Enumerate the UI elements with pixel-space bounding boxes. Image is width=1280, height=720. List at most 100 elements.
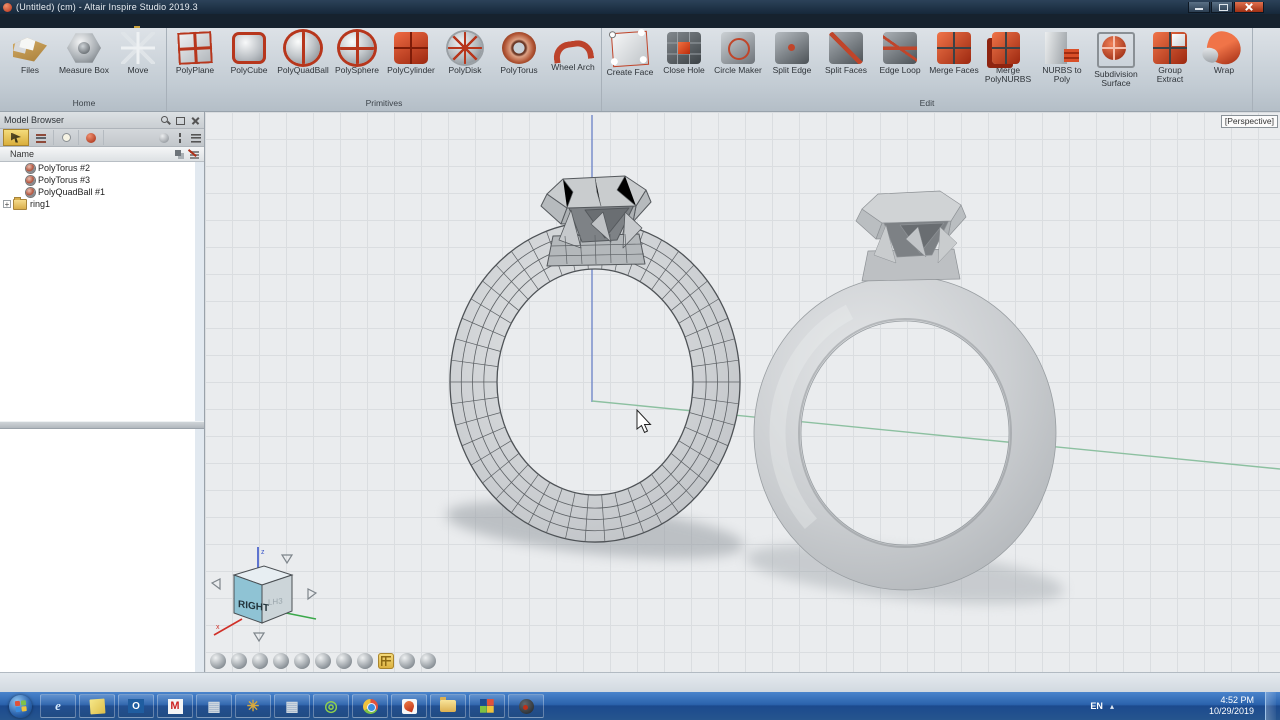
model-tree-item[interactable]: + ring1 xyxy=(0,198,195,210)
taskbar-button[interactable] xyxy=(40,694,76,718)
ribbon-button[interactable]: Circle Maker xyxy=(711,28,765,98)
menu-item[interactable] xyxy=(200,14,218,28)
ribbon-button[interactable]: Merge Faces xyxy=(927,28,981,98)
list-view-icon[interactable] xyxy=(191,133,201,143)
maximize-button[interactable] xyxy=(1211,2,1233,13)
view-cube[interactable]: z x RIGHT LH3 xyxy=(208,545,320,645)
search-icon[interactable] xyxy=(160,115,170,125)
ribbon-button[interactable]: Measure Box xyxy=(57,28,111,98)
start-button[interactable] xyxy=(9,695,32,718)
link-column-icon[interactable] xyxy=(174,149,184,159)
model-tree-item[interactable]: PolyTorus #2 xyxy=(0,162,195,174)
menu-item[interactable] xyxy=(20,14,38,28)
taskbar-button[interactable] xyxy=(235,694,271,718)
ribbon-button[interactable]: Files xyxy=(3,28,57,98)
smooth-crown-setting[interactable] xyxy=(856,191,966,281)
taskbar-button[interactable] xyxy=(157,694,193,718)
globe-icon[interactable] xyxy=(315,653,331,669)
sphere-snap-icon[interactable] xyxy=(357,653,373,669)
tray-icon[interactable] xyxy=(1121,700,1134,713)
ribbon-button-label: NURBS to Poly xyxy=(1036,66,1088,85)
smooth-ring-model[interactable] xyxy=(754,276,1056,590)
material-sphere-icon[interactable] xyxy=(159,133,169,143)
ribbon-button[interactable]: Group Extract xyxy=(1143,28,1197,98)
tray-icon[interactable] xyxy=(1189,700,1202,713)
taskbar-button[interactable] xyxy=(391,694,427,718)
menu-item[interactable] xyxy=(182,14,200,28)
model-tree-item[interactable]: PolyQuadBall #1 xyxy=(0,186,195,198)
ribbon-button[interactable]: Move xyxy=(111,28,165,98)
taskbar-button[interactable] xyxy=(430,694,466,718)
camera-icon[interactable] xyxy=(231,653,247,669)
orbit-icon[interactable] xyxy=(420,653,436,669)
menu-item[interactable] xyxy=(38,14,56,28)
menu-item[interactable] xyxy=(128,14,146,28)
viewport-3d[interactable]: [Perspective] z x RIGHT LH3 xyxy=(205,112,1280,672)
ribbon-button[interactable]: Wrap xyxy=(1197,28,1251,98)
ribbon-button[interactable]: NURBS to Poly xyxy=(1035,28,1089,98)
filter-off-icon[interactable] xyxy=(190,149,200,159)
section-icon[interactable] xyxy=(294,653,310,669)
poly-ball-icon[interactable] xyxy=(252,653,268,669)
menu-item[interactable] xyxy=(74,14,92,28)
taskbar-button[interactable] xyxy=(274,694,310,718)
ribbon-button[interactable]: PolyQuadBall xyxy=(276,28,330,98)
menu-item[interactable] xyxy=(218,14,236,28)
ribbon-button[interactable]: Create Face xyxy=(603,28,657,98)
tray-icon[interactable] xyxy=(1138,700,1151,713)
taskbar-button[interactable] xyxy=(313,694,349,718)
menu-item[interactable] xyxy=(92,14,110,28)
close-panel-icon[interactable] xyxy=(190,115,200,125)
minimize-button[interactable] xyxy=(1188,2,1210,13)
menu-item[interactable] xyxy=(236,14,254,28)
model-tree-item[interactable]: PolyTorus #3 xyxy=(0,174,195,186)
ribbon-button[interactable]: PolyCube xyxy=(222,28,276,98)
tray-expand-caret[interactable]: ▴ xyxy=(1110,702,1114,711)
ribbon-button[interactable]: Wheel Arch xyxy=(546,28,600,98)
view-eye-icon[interactable] xyxy=(210,653,226,669)
wireframe-ring-model[interactable] xyxy=(450,222,740,542)
ribbon-button[interactable]: Split Faces xyxy=(819,28,873,98)
sort-spinner-icon[interactable] xyxy=(175,133,185,143)
ribbon-button[interactable]: PolyDisk xyxy=(438,28,492,98)
undock-icon[interactable] xyxy=(175,115,185,125)
taskbar-button[interactable] xyxy=(508,694,544,718)
ribbon-button[interactable]: Merge PolyNURBS xyxy=(981,28,1035,98)
tab-polynurbs[interactable] xyxy=(79,130,104,145)
clip-camera-icon[interactable] xyxy=(273,653,289,669)
taskbar-button[interactable] xyxy=(469,694,505,718)
tray-icon[interactable] xyxy=(1172,700,1185,713)
ribbon-button[interactable]: PolyTorus xyxy=(492,28,546,98)
menu-item[interactable] xyxy=(56,14,74,28)
taskbar-button[interactable] xyxy=(118,694,154,718)
menu-item[interactable] xyxy=(164,14,182,28)
menu-item[interactable] xyxy=(110,14,128,28)
ribbon-button[interactable]: Edge Loop xyxy=(873,28,927,98)
ribbon-button[interactable]: PolyCylinder xyxy=(384,28,438,98)
ribbon-button[interactable]: Subdivision Surface xyxy=(1089,28,1143,98)
ribbon-button[interactable]: PolyPlane xyxy=(168,28,222,98)
show-desktop-button[interactable] xyxy=(1265,692,1276,720)
taskbar-button[interactable] xyxy=(79,694,115,718)
sphere-pan-icon[interactable] xyxy=(336,653,352,669)
close-button[interactable] xyxy=(1234,2,1264,13)
grid-toggle-icon[interactable] xyxy=(378,653,394,669)
tab-visibility[interactable] xyxy=(54,130,79,145)
panel-splitter[interactable] xyxy=(0,421,204,429)
expand-toggle[interactable]: + xyxy=(3,200,11,208)
ribbon-button[interactable]: Close Hole xyxy=(657,28,711,98)
menu-item[interactable] xyxy=(146,14,164,28)
ribbon-group-label: Home xyxy=(3,98,165,111)
clock[interactable]: 4:52 PM 10/29/2019 xyxy=(1209,695,1258,718)
tab-objects[interactable] xyxy=(3,129,29,146)
ribbon-button[interactable]: Split Edge xyxy=(765,28,819,98)
tab-layers[interactable] xyxy=(29,130,54,145)
wireframe-crown-setting[interactable] xyxy=(541,176,651,266)
taskbar-button[interactable] xyxy=(196,694,232,718)
zoom-magnifier-icon[interactable] xyxy=(399,653,415,669)
language-indicator[interactable]: EN xyxy=(1090,701,1103,711)
menu-item[interactable] xyxy=(2,14,20,28)
ribbon-button[interactable]: PolySphere xyxy=(330,28,384,98)
tray-icon[interactable] xyxy=(1155,700,1168,713)
taskbar-button[interactable] xyxy=(352,694,388,718)
